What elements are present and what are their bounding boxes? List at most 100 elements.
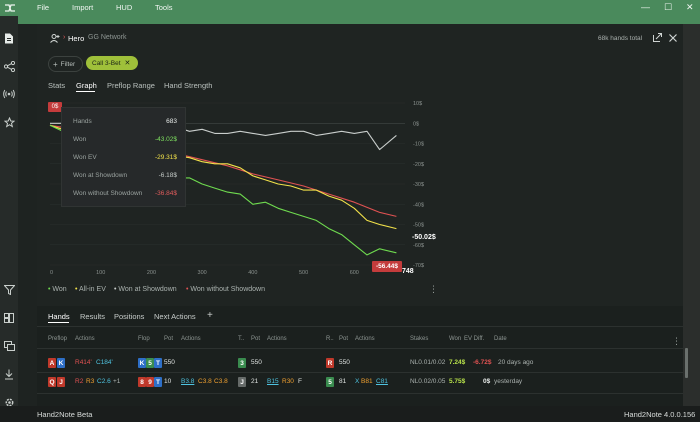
hole-card: A	[48, 358, 56, 368]
x-tick-label: 200	[147, 270, 156, 276]
flop-card: 8	[138, 377, 146, 387]
preflop-action-more[interactable]: +1	[113, 378, 120, 385]
tab-positions[interactable]: Positions	[114, 312, 144, 321]
won-value: 7.24$	[449, 359, 466, 366]
col-flop[interactable]: Flop	[138, 336, 150, 342]
y-tick-label: -30$	[413, 182, 424, 188]
graph-tooltip: Hands 683 Won -43.02$ Won EV -29.31$ Won…	[61, 107, 186, 207]
tooltip-label: Hands	[73, 118, 92, 125]
tooltip-row-won: Won -43.02$	[62, 132, 185, 150]
legend-won-label: Won	[52, 286, 67, 293]
flop-card: T	[154, 358, 162, 368]
table-more-icon[interactable]: ⋮	[672, 336, 681, 347]
legend-won[interactable]: • Won	[48, 286, 67, 293]
y-tick-label: 10$	[413, 101, 422, 107]
y-tick-label: -40$	[413, 202, 424, 208]
date-value: yesterday	[494, 378, 523, 385]
col-river-actions[interactable]: Actions	[355, 336, 375, 342]
download-icon[interactable]	[3, 368, 15, 380]
legend-won-without-showdown[interactable]: • Won without Showdown	[186, 286, 265, 293]
y-tick-label: -10$	[413, 142, 424, 148]
tabs-divider	[37, 326, 683, 327]
graph-more-icon[interactable]: ⋮	[429, 284, 438, 295]
windows-stack-icon[interactable]	[3, 340, 15, 352]
tooltip-row-hands: Hands 683	[62, 114, 185, 132]
row-divider	[37, 393, 683, 394]
col-turn[interactable]: T..	[238, 336, 244, 342]
x-tick-label: 0	[50, 270, 53, 276]
flop-action: C3.8	[198, 378, 212, 385]
tooltip-row-won-without-showdown: Won without Showdown -36.84$	[62, 186, 185, 204]
col-ev-diff[interactable]: EV Diff.	[464, 336, 484, 342]
col-preflop-actions[interactable]: Actions	[75, 336, 95, 342]
x-tick-label: 100	[96, 270, 105, 276]
tooltip-value: 683	[166, 118, 177, 125]
tooltip-label: Won without Showdown	[73, 190, 143, 197]
status-bar: Hand2Note Beta Hand2Note 4.0.0.156	[0, 406, 700, 422]
tooltip-value: -6.18$	[158, 172, 177, 179]
col-preflop[interactable]: Preflop	[48, 336, 67, 342]
preflop-action: C2.6	[97, 378, 111, 385]
col-won[interactable]: Won	[449, 336, 461, 342]
turn-card: 3	[238, 358, 246, 368]
river-card: 5	[326, 377, 334, 387]
col-date[interactable]: Date	[494, 336, 507, 342]
header-divider	[37, 348, 683, 349]
col-flop-actions[interactable]: Actions	[181, 336, 201, 342]
preflop-action: R414'	[75, 359, 92, 366]
ev-diff-value: 0$	[483, 378, 491, 385]
tooltip-label: Won at Showdown	[73, 172, 128, 179]
turn-action: F	[298, 378, 302, 385]
cursor-value-badge: 0$	[48, 102, 62, 112]
tab-hands-underline	[48, 322, 69, 323]
hole-card: Q	[48, 377, 56, 387]
y-tick-label: -60$	[413, 243, 424, 249]
river-action: C81	[376, 378, 388, 385]
flop-pot: 550	[164, 359, 175, 366]
end-label-ev: -50.02$	[412, 234, 436, 241]
tooltip-value: -36.84$	[154, 190, 177, 197]
col-river[interactable]: R..	[326, 336, 334, 342]
table-row[interactable]	[37, 352, 683, 372]
tooltip-label: Won EV	[73, 154, 97, 161]
x-tick-label: 300	[198, 270, 207, 276]
preflop-action: R3	[86, 378, 95, 385]
x-tick-label: 600	[350, 270, 359, 276]
add-tab-icon[interactable]: +	[207, 310, 213, 321]
y-tick-label: -20$	[413, 162, 424, 168]
col-river-pot[interactable]: Pot	[339, 336, 348, 342]
x-tick-label: 500	[299, 270, 308, 276]
legend-won-at-showdown[interactable]: • Won at Showdown	[114, 286, 177, 293]
river-action: B81	[361, 378, 373, 385]
flop-card: T	[154, 377, 162, 387]
legend-all-in-ev[interactable]: • All-in EV	[75, 286, 106, 293]
flop-card: 9	[146, 377, 154, 387]
tooltip-value: -29.31$	[154, 154, 177, 161]
tooltip-label: Won	[73, 136, 87, 143]
y-tick-label: 0$	[413, 121, 419, 127]
y-tick-label: -70$	[413, 263, 424, 269]
tab-next-actions[interactable]: Next Actions	[154, 312, 196, 321]
col-turn-actions[interactable]: Actions	[267, 336, 287, 342]
stakes: NL0.02/0.05	[410, 378, 446, 385]
river-card: R	[326, 358, 334, 368]
col-flop-pot[interactable]: Pot	[164, 336, 173, 342]
table-scrollbar[interactable]	[685, 348, 688, 378]
y-tick-label: -50$	[413, 223, 424, 229]
hole-card: K	[57, 358, 65, 368]
hole-card: J	[57, 377, 65, 387]
layout-grid-icon[interactable]	[3, 312, 15, 324]
tooltip-row-won-ev: Won EV -29.31$	[62, 150, 185, 168]
flop-action: C3.8	[214, 378, 228, 385]
flop-action: B3.8	[181, 378, 195, 385]
turn-pot: 21	[251, 378, 259, 385]
tab-results[interactable]: Results	[80, 312, 105, 321]
col-stakes[interactable]: Stakes	[410, 336, 428, 342]
tooltip-row-won-at-showdown: Won at Showdown -6.18$	[62, 168, 185, 186]
flop-pot: 10	[164, 378, 172, 385]
col-turn-pot[interactable]: Pot	[251, 336, 260, 342]
turn-action: B15	[267, 378, 279, 385]
table-row[interactable]	[37, 373, 683, 393]
status-left: Hand2Note Beta	[37, 410, 93, 419]
tab-hands[interactable]: Hands	[48, 312, 70, 321]
